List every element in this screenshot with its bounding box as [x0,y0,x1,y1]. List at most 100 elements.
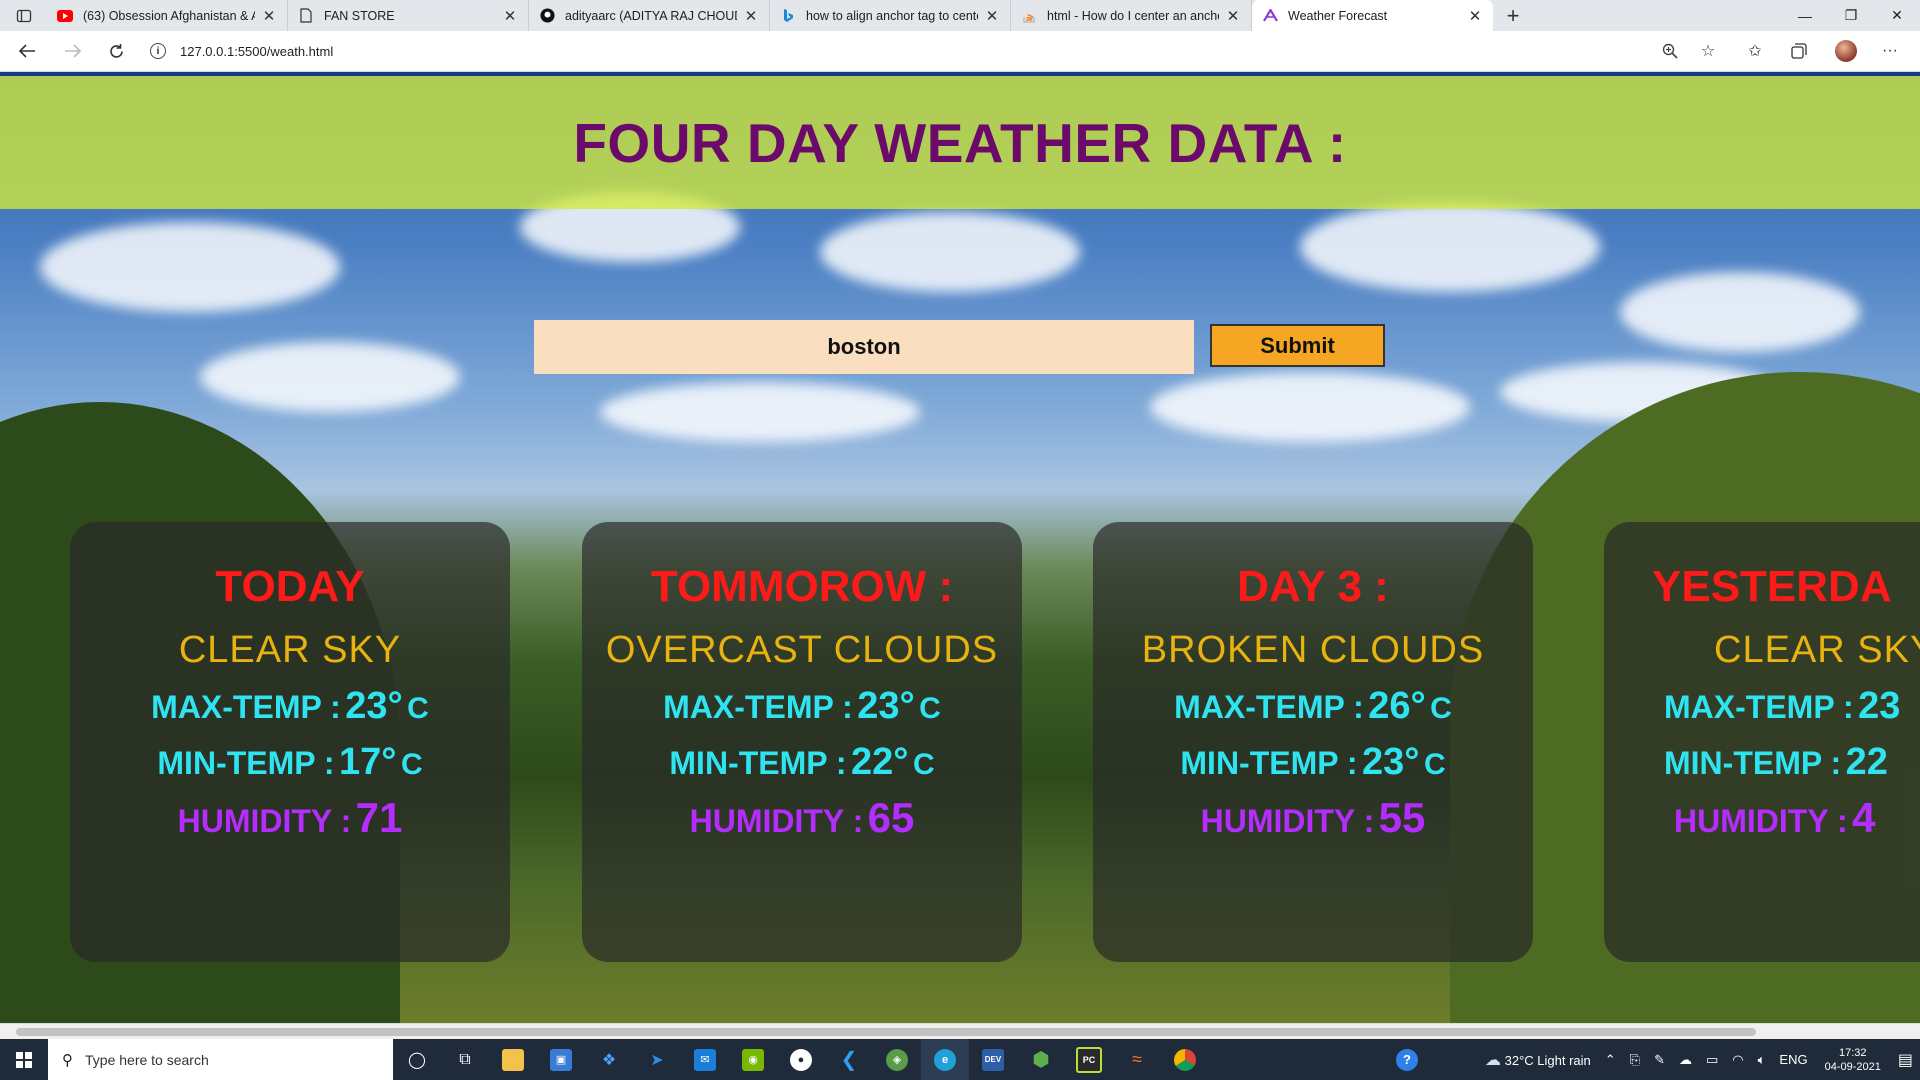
horizontal-scrollbar[interactable] [0,1023,1920,1039]
help-icon[interactable]: ? [1395,1048,1418,1071]
favorites-icon[interactable]: ✩ [1738,37,1772,65]
nvidia-icon[interactable]: ◉ [729,1039,777,1080]
card-day: DAY 3 : [1237,562,1389,611]
min-temp-row: MIN-TEMP : 22° C [582,734,1022,790]
tab-close-icon[interactable]: ✕ [261,7,277,25]
max-temp-label: MAX-TEMP : [151,689,341,725]
search-icon: ⚲ [62,1051,73,1069]
store-icon[interactable]: ▣ [537,1039,585,1080]
tab-close-icon[interactable]: ✕ [1467,7,1483,25]
temp-unit: C [407,692,429,725]
temp-unit: C [400,748,423,781]
system-tray: ? ☁ 32°C Light rain ⌃ ⎘ ✎ ☁ ▭ ◠ 🔈︎ ENG 1… [1395,1039,1920,1080]
profile-avatar[interactable] [1829,37,1863,65]
max-temp-row: MAX-TEMP : 23° C [582,678,1022,734]
vscode-icon[interactable]: ❮ [825,1039,873,1080]
min-temp-label: MIN-TEMP : [1180,745,1358,781]
taskbar-search-placeholder: Type here to search [85,1051,209,1068]
url-field[interactable]: i 127.0.0.1:5500/weath.html [150,37,1690,65]
submit-button[interactable]: Submit [1210,324,1385,367]
humidity-row: HUMIDITY : 4 [1674,790,1920,846]
tab-title: Weather Forecast [1288,8,1388,23]
tab-stackoverflow[interactable]: html - How do I center an ancho ✕ [1011,0,1252,31]
min-temp-label: MIN-TEMP : [1664,745,1842,781]
weather-page-icon [1262,8,1278,24]
tab-youtube[interactable]: (63) Obsession Afghanistan & An ✕ [47,0,288,31]
humidity-row: HUMIDITY : 71 [70,790,510,846]
more-menu-icon[interactable]: ··· [1873,37,1907,65]
humidity-row: HUMIDITY : 65 [582,790,1022,846]
max-temp-label: MAX-TEMP : [663,689,853,725]
min-temp-label: MIN-TEMP : [669,745,847,781]
clock-date: 04-09-2021 [1824,1060,1881,1073]
jupyter-icon[interactable]: ≈ [1113,1039,1161,1080]
weather-card-tomorrow: TOMMOROW : OVERCAST CLOUDS MAX-TEMP : 23… [582,522,1022,962]
tab-actions-icon [16,9,31,22]
pen-icon[interactable]: ✎ [1647,1052,1672,1068]
city-search-input[interactable] [534,320,1194,374]
card-description: CLEAR SKY [178,629,402,671]
usb-icon[interactable]: ⎘ [1623,1052,1647,1068]
tab-close-icon[interactable]: ✕ [502,7,518,25]
weather-widget[interactable]: ☁ 32°C Light rain [1478,1050,1598,1070]
power-automate-icon[interactable]: ➤ [633,1039,681,1080]
tab-weather-forecast[interactable]: Weather Forecast ✕ [1252,0,1493,31]
site-info-icon[interactable]: i [150,43,166,59]
card-day: TODAY [215,562,365,611]
github-icon [539,8,555,24]
new-tab-icon[interactable]: + [1493,0,1533,31]
mail-icon[interactable]: ✉ [681,1039,729,1080]
tab-title: html - How do I center an ancho [1047,8,1219,23]
back-icon[interactable] [10,37,44,65]
tab-github[interactable]: adityaarc (ADITYA RAJ CHOUDH ✕ [529,0,770,31]
notifications-icon[interactable]: ▤ [1891,1050,1920,1070]
android-studio-icon[interactable]: ◈ [873,1039,921,1080]
cloud-rain-icon: ☁ [1484,1051,1501,1069]
minimize-icon[interactable]: — [1782,0,1828,31]
temp-unit: C [919,692,941,725]
tab-title: how to align anchor tag to cente [806,8,978,23]
card-description: OVERCAST CLOUDS [605,629,999,671]
start-button[interactable] [0,1039,48,1080]
tab-fan-store[interactable]: FAN STORE ✕ [288,0,529,31]
task-view-icon[interactable]: ⧉ [441,1039,489,1080]
file-explorer-icon[interactable] [489,1039,537,1080]
tab-actions-button[interactable] [0,0,47,31]
chrome-icon[interactable] [1161,1039,1209,1080]
clock-time: 17:32 [1838,1046,1867,1059]
tab-close-icon[interactable]: ✕ [743,7,759,25]
forward-icon[interactable] [56,37,90,65]
youtube-icon [57,8,73,24]
clock[interactable]: 17:32 04-09-2021 [1815,1046,1891,1074]
nodejs-icon[interactable]: ⬢ [1017,1039,1065,1080]
cortana-icon[interactable]: ◯ [393,1039,441,1080]
tab-close-icon[interactable]: ✕ [1225,7,1241,25]
volume-icon[interactable]: 🔈︎ [1751,1052,1773,1068]
taskbar-search[interactable]: ⚲ Type here to search [48,1039,393,1080]
whatsapp-icon[interactable]: ● [777,1039,825,1080]
wifi-icon[interactable]: ◠ [1725,1052,1750,1068]
tab-bing[interactable]: how to align anchor tag to cente ✕ [770,0,1011,31]
url-text: 127.0.0.1:5500/weath.html [180,43,334,59]
max-temp-label: MAX-TEMP : [1664,689,1854,725]
cloud-icon[interactable]: ☁ [1672,1052,1699,1068]
language-indicator[interactable]: ENG [1772,1052,1814,1067]
dropbox-icon[interactable]: ❖ [585,1039,633,1080]
collections-icon[interactable] [1782,37,1816,65]
close-window-icon[interactable]: ✕ [1874,0,1920,31]
tab-close-icon[interactable]: ✕ [984,7,1000,25]
dev-c-icon[interactable]: DEV [969,1039,1017,1080]
restore-icon[interactable]: ❐ [1828,0,1874,31]
battery-icon[interactable]: ▭ [1699,1052,1725,1068]
add-favorite-icon[interactable]: ☆ [1691,37,1725,65]
min-temp-row: MIN-TEMP : 17° C [70,734,510,790]
max-temp-value: 23° [345,685,403,727]
zoom-icon[interactable] [1653,37,1687,65]
min-temp-value: 22 [1845,741,1888,783]
max-temp-row: MAX-TEMP : 23° C [70,678,510,734]
pycharm-icon[interactable]: PC [1065,1039,1113,1080]
edge-icon[interactable]: e [921,1039,969,1080]
chevron-up-icon[interactable]: ⌃ [1598,1052,1623,1068]
refresh-icon[interactable] [99,37,133,65]
scrollbar-thumb[interactable] [16,1028,1756,1036]
